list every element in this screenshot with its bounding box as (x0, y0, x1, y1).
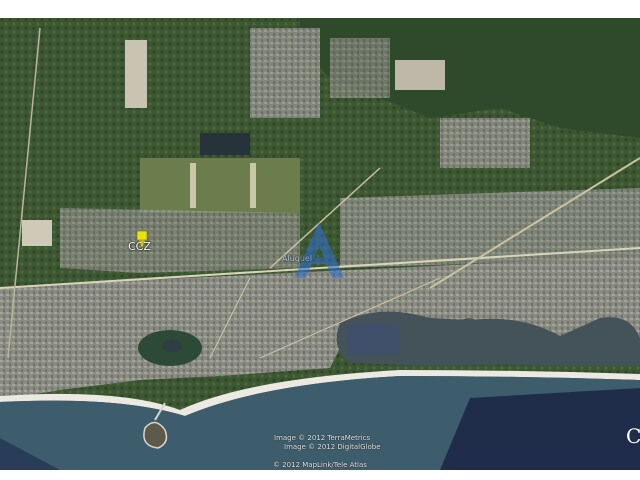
quarry-area (125, 40, 147, 108)
edge-glyph: C (626, 424, 640, 448)
imagery-credit: Image © 2012 TerraMetrics (274, 434, 371, 442)
field-area (140, 158, 300, 213)
watermark-logo (294, 222, 344, 278)
map-data-credit: © 2012 MapLink/Tele Atlas (273, 461, 367, 469)
clearing-area (22, 220, 52, 246)
deep-ocean-tile (440, 388, 640, 470)
pin-label[interactable]: CCZ (128, 240, 151, 253)
watermark-text: Aluguel (282, 254, 313, 263)
imagery-credit: Image © 2012 DigitalGlobe (284, 443, 381, 451)
satellite-map[interactable] (0, 18, 640, 470)
